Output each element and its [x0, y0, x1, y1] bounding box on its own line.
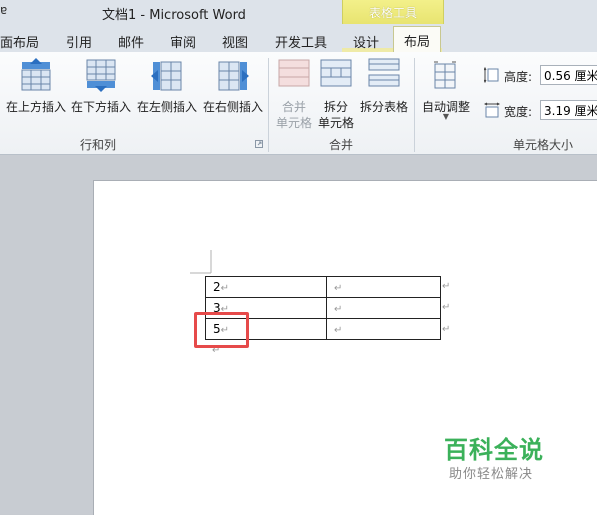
column-width-icon — [484, 102, 500, 118]
window-title: 文档1 - Microsoft Word — [102, 8, 246, 23]
cell-end-mark: ↵ — [334, 283, 343, 294]
split-cells-icon — [320, 59, 352, 87]
ribbon-tabs: 面布局 引用 邮件 审阅 视图 开发工具 设计 布局 — [0, 24, 597, 78]
merge-cells-button[interactable]: 合并 单元格 — [272, 56, 316, 130]
height-input[interactable] — [540, 65, 597, 85]
split-cells-button[interactable]: 拆分 单元格 — [316, 56, 356, 130]
insert-left-button[interactable]: 在左侧插入 — [134, 56, 200, 122]
tab-references[interactable]: 引用 — [66, 32, 92, 51]
row-end-mark: ↵ — [442, 324, 451, 335]
insert-below-label: 在下方插入 — [70, 100, 131, 114]
insert-above-button[interactable]: 在上方插入 — [4, 56, 68, 122]
insert-above-icon — [21, 58, 51, 91]
tab-page-layout[interactable]: 面布局 — [0, 32, 39, 51]
tab-layout[interactable]: 布局 — [393, 26, 442, 52]
insert-right-icon — [218, 61, 249, 91]
insert-right-label: 在右侧插入 — [202, 100, 263, 114]
table-cell[interactable]: ↵ — [326, 297, 441, 319]
width-input[interactable] — [540, 100, 597, 120]
table-cell[interactable]: ↵ — [326, 318, 441, 340]
merge-cells-icon — [278, 59, 310, 87]
table-cell[interactable]: ↵ — [326, 276, 441, 298]
row-height-control: 高度: — [484, 65, 597, 87]
merge-cells-label-1: 合并 — [281, 100, 306, 114]
row-height-icon — [484, 67, 499, 83]
group-separator — [268, 58, 269, 152]
insert-above-label: 在上方插入 — [5, 100, 66, 114]
column-width-control: 宽度: — [484, 100, 597, 122]
split-table-label: 拆分表格 — [359, 100, 408, 114]
tab-view[interactable]: 视图 — [222, 32, 248, 51]
table-row: 2↵ ↵ — [205, 276, 441, 298]
group-label-merge: 合并 — [328, 138, 353, 152]
width-label: 宽度: — [504, 105, 533, 119]
merge-cells-label-2: 单元格 — [275, 116, 312, 130]
red-highlight-box — [194, 312, 249, 348]
quick-access-fragment[interactable]: ɐ — [0, 3, 7, 17]
row-end-mark: ↵ — [442, 302, 451, 313]
split-cells-label-2: 单元格 — [317, 116, 354, 130]
dropdown-arrow-icon: ▼ — [442, 112, 450, 121]
dialog-launcher-icon[interactable] — [255, 140, 263, 148]
tab-review[interactable]: 审阅 — [170, 32, 196, 51]
group-label-cell-size: 单元格大小 — [512, 138, 573, 152]
margin-crop-mark — [190, 250, 212, 274]
title-bar: ɐ 文档1 - Microsoft Word — [0, 0, 597, 24]
ribbon: 在上方插入 在下方插入 在左侧插入 在右侧插入 行和列 合并 单元格 拆分 单元… — [0, 52, 597, 155]
tab-design[interactable]: 设计 — [353, 32, 379, 51]
insert-left-icon — [151, 61, 182, 91]
cell-end-mark: ↵ — [334, 304, 343, 315]
insert-below-icon — [86, 59, 116, 92]
tab-mailings[interactable]: 邮件 — [118, 32, 144, 51]
tab-developer[interactable]: 开发工具 — [275, 32, 327, 51]
cell-text: 2 — [213, 280, 221, 294]
watermark-subtitle: 助你轻松解决 — [449, 467, 534, 482]
insert-right-button[interactable]: 在右侧插入 — [200, 56, 266, 122]
table-cell[interactable]: 2↵ — [205, 276, 327, 298]
insert-left-label: 在左侧插入 — [136, 100, 197, 114]
autofit-icon — [434, 61, 456, 89]
split-cells-label-1: 拆分 — [323, 100, 348, 114]
cell-end-mark: ↵ — [334, 325, 343, 336]
cell-end-mark: ↵ — [220, 283, 230, 294]
group-label-rows-cols: 行和列 — [79, 138, 116, 152]
group-separator — [414, 58, 415, 152]
insert-below-button[interactable]: 在下方插入 — [68, 56, 134, 122]
watermark-title: 百科全说 — [444, 436, 544, 464]
autofit-button[interactable]: 自动调整 ▼ — [418, 56, 474, 130]
split-table-button[interactable]: 拆分表格 — [356, 56, 412, 122]
split-table-icon — [368, 58, 400, 87]
row-end-mark: ↵ — [442, 281, 451, 292]
height-label: 高度: — [504, 70, 533, 84]
